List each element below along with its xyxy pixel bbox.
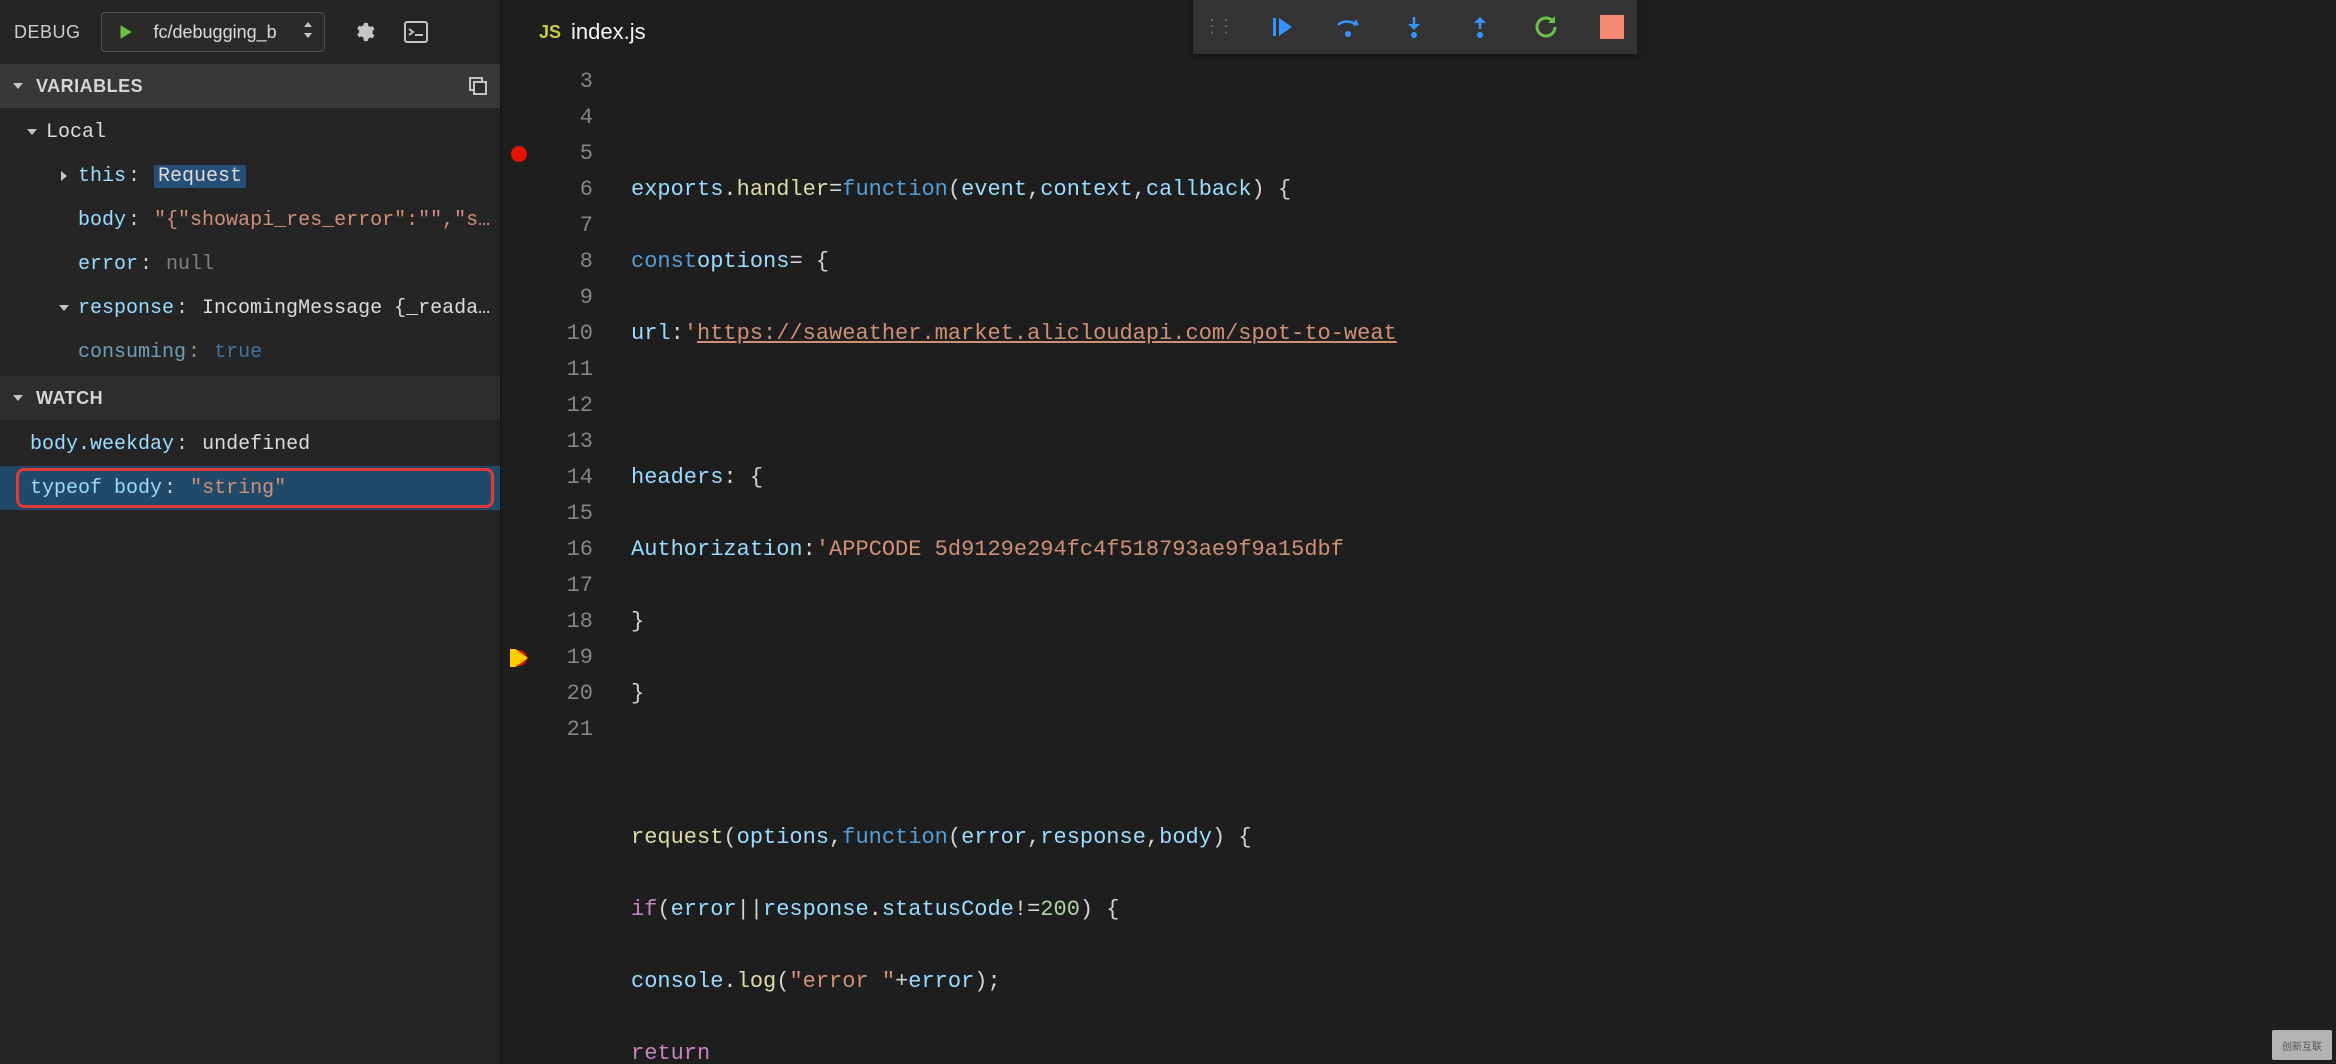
line-number[interactable]: 8 [501,244,631,280]
tab-index-js[interactable]: JS index.js [517,0,668,64]
watch-expr: body.weekday [30,433,174,456]
variable-this[interactable]: this: Request [0,154,500,198]
breakpoint-icon[interactable] [511,146,527,162]
scope-local-label: Local [46,121,106,144]
debug-controls-toolbar[interactable]: ⋮⋮ [1193,0,1637,54]
editor-area: JS index.js ⋮⋮ [501,0,2336,1064]
chevron-down-icon [12,80,26,92]
debug-sidebar: DEBUG fc/debugging_b [0,0,501,1064]
variable-consuming[interactable]: consuming: true [0,330,500,374]
line-number[interactable]: 21 [501,712,631,748]
watch-value: undefined [202,433,310,456]
watch-item[interactable]: typeof body: "string" [0,466,500,510]
line-gutter[interactable]: 3 4 5 6 7 8 9 10 11 12 13 14 15 16 17 18… [501,64,631,1064]
variable-error[interactable]: error: null [0,242,500,286]
line-number[interactable]: 18 [501,604,631,640]
watch-item[interactable]: body.weekday: undefined [0,422,500,466]
chevron-down-icon [12,392,26,404]
watch-section-title: WATCH [36,388,103,409]
variable-response[interactable]: response: IncomingMessage {_reada… [0,286,500,330]
step-out-button[interactable] [1465,12,1495,42]
gear-icon[interactable] [351,19,377,45]
step-into-button[interactable] [1399,12,1429,42]
collapse-all-icon[interactable] [466,74,490,98]
chevron-down-icon [58,302,76,314]
var-name: consuming [78,341,186,364]
watch-list: body.weekday: undefined typeof body: "st… [0,420,500,512]
variables-section-header[interactable]: VARIABLES [0,64,500,108]
debug-run-block: fc/debugging_b [101,12,325,52]
var-value: Request [154,165,246,188]
line-number[interactable]: 17 [501,568,631,604]
var-name: body [78,209,126,232]
updown-icon [302,22,314,43]
line-number[interactable]: 6 [501,172,631,208]
line-number[interactable]: 16 [501,532,631,568]
debug-config-select[interactable]: fc/debugging_b [148,22,324,43]
variable-body[interactable]: body: "{"showapi_res_error":"","s… [0,198,500,242]
code-lines[interactable]: exports.handler = function(event, contex… [631,64,2336,1064]
line-number[interactable]: 7 [501,208,631,244]
debug-title: DEBUG [14,22,81,43]
stop-icon [1600,15,1624,39]
watch-value: "string" [190,477,286,500]
line-number[interactable]: 10 [501,316,631,352]
var-value: null [166,253,214,276]
debug-toolbar: DEBUG fc/debugging_b [0,0,500,64]
var-name: error [78,253,138,276]
line-number[interactable]: 15 [501,496,631,532]
line-number[interactable]: 11 [501,352,631,388]
step-over-button[interactable] [1333,12,1363,42]
code-editor[interactable]: 3 4 5 6 7 8 9 10 11 12 13 14 15 16 17 18… [501,64,2336,1064]
stop-button[interactable] [1597,12,1627,42]
scope-local[interactable]: Local [0,110,500,154]
debug-config-name: fc/debugging_b [154,22,277,43]
var-value: "{"showapi_res_error":"","s… [154,209,490,232]
start-debugging-button[interactable] [102,23,148,41]
line-number[interactable]: 14 [501,460,631,496]
restart-button[interactable] [1531,12,1561,42]
tab-filename: index.js [571,19,646,45]
watermark: 创新互联 [2272,1030,2332,1060]
chevron-right-icon [58,170,76,182]
line-number[interactable]: 5 [501,136,631,172]
current-breakpoint-icon[interactable] [511,650,527,666]
var-name: this [78,165,126,188]
variables-section-title: VARIABLES [36,76,143,97]
grip-icon[interactable]: ⋮⋮ [1203,16,1231,38]
chevron-down-icon [26,126,44,138]
line-number[interactable]: 19 [501,640,631,676]
variables-list: Local this: Request body: "{"showapi_res… [0,108,500,376]
line-number[interactable]: 13 [501,424,631,460]
watch-expr: typeof body [30,477,162,500]
js-file-icon: JS [539,22,561,43]
line-number[interactable]: 4 [501,100,631,136]
debug-console-icon[interactable] [403,19,429,45]
continue-button[interactable] [1267,12,1297,42]
watch-section-header[interactable]: WATCH [0,376,500,420]
var-value: true [214,341,262,364]
var-value: IncomingMessage {_reada… [202,297,490,320]
var-name: response [78,297,174,320]
line-number[interactable]: 20 [501,676,631,712]
line-number[interactable]: 3 [501,64,631,100]
line-number[interactable]: 12 [501,388,631,424]
line-number[interactable]: 9 [501,280,631,316]
